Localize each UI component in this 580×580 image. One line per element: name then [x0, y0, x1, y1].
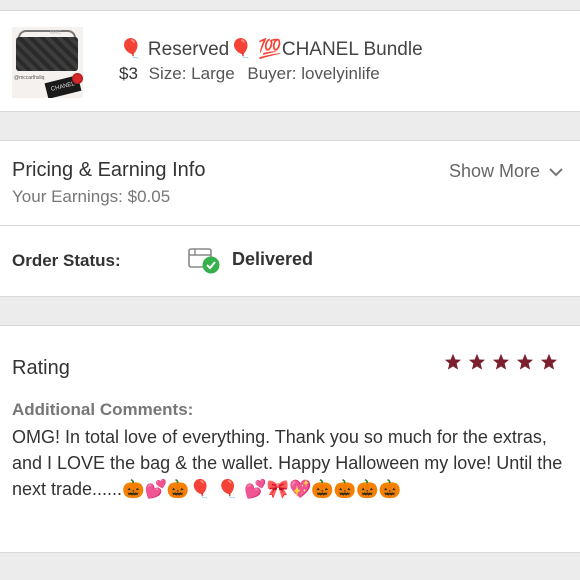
thumb-mac-text: MAC — [50, 30, 62, 36]
star-icon — [516, 353, 534, 370]
rating-title: Rating — [12, 357, 70, 379]
comment-text: OMG! In total love of everything. Thank … — [12, 427, 563, 499]
star-icon — [444, 353, 462, 370]
show-more-button[interactable]: Show More — [449, 161, 564, 182]
chevron-down-icon — [549, 167, 563, 176]
listing-card[interactable]: MAC @mccarthsliq CHANEL 🎈 Reserved🎈 💯CHA… — [0, 10, 580, 112]
star-icon — [540, 353, 558, 370]
additional-comments-label: Additional Comments: — [12, 400, 194, 419]
bag-image — [16, 37, 78, 71]
listing-size: Size: Large — [148, 64, 235, 83]
listing-meta: $3 Size: Large Buyer: lovelyinlife — [119, 64, 380, 84]
rating-card: Rating Additional Comments: OMG! In tota… — [0, 325, 580, 553]
show-more-label: Show More — [448, 161, 540, 181]
section-divider — [0, 225, 580, 226]
listing-title[interactable]: 🎈 Reserved🎈 💯CHANEL Bundle — [119, 37, 423, 61]
star-icon — [468, 353, 486, 370]
pricing-card: Pricing & Earning Info Your Earnings: $0… — [0, 140, 580, 297]
star-icon — [492, 353, 510, 370]
order-status-value: Delivered — [232, 249, 314, 269]
delivered-box-icon — [188, 248, 220, 274]
thumb-handle-text: @mccarthsliq — [14, 75, 45, 81]
listing-buyer[interactable]: Buyer: lovelyinlife — [247, 64, 379, 83]
rating-stars — [444, 353, 558, 371]
listing-price: $3 — [119, 64, 138, 83]
rose-image — [72, 73, 83, 84]
earnings-text: Your Earnings: $0.05 — [12, 187, 171, 206]
order-status-label: Order Status: — [12, 251, 121, 270]
listing-thumbnail[interactable]: MAC @mccarthsliq CHANEL — [12, 27, 83, 98]
pricing-title: Pricing & Earning Info — [12, 159, 206, 181]
